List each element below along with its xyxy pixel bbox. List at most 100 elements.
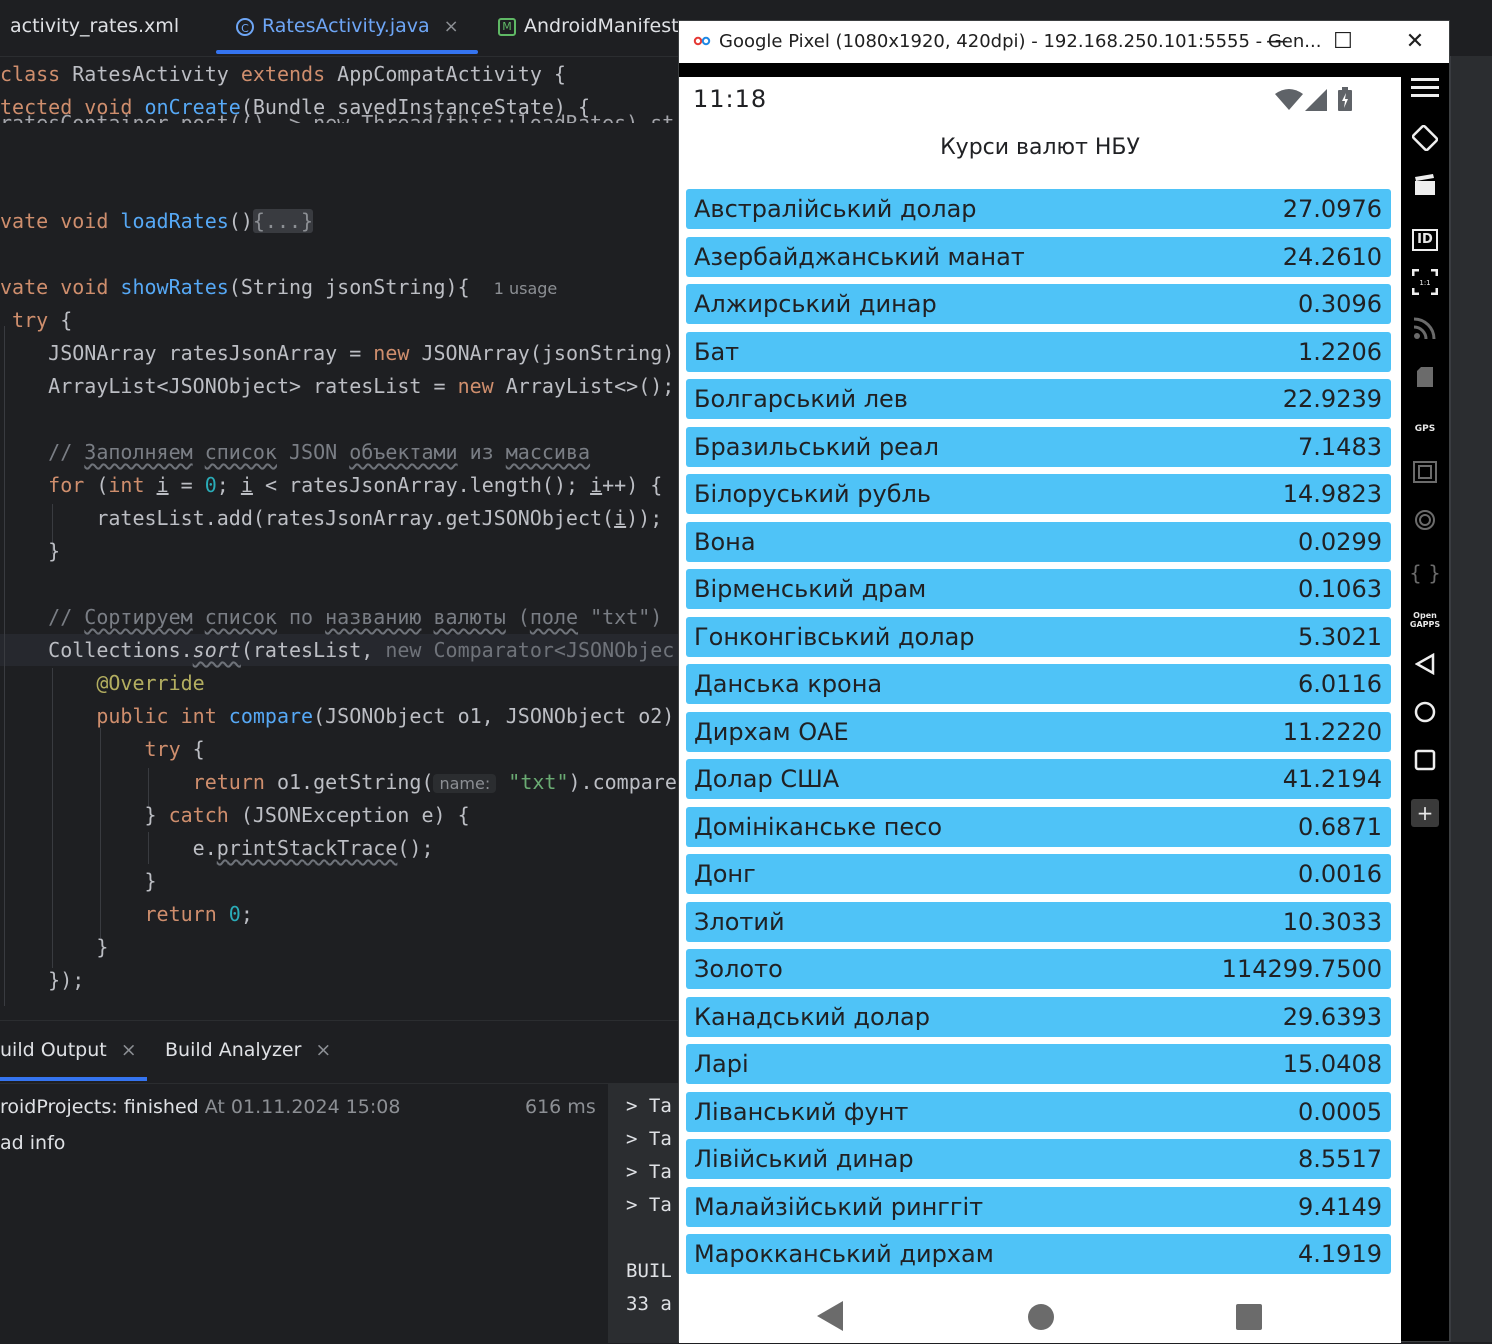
code-line: }); (48, 968, 85, 992)
rate-row[interactable]: Домініканське песо 0.6871 (686, 806, 1391, 847)
plus-icon[interactable]: + (1411, 799, 1439, 827)
code-line: vate void showRates(String jsonString){ … (0, 275, 558, 299)
currency-rate: 41.2194 (1282, 765, 1382, 793)
rate-row[interactable]: Алжирський динар 0.3096 (686, 284, 1391, 324)
rate-row[interactable]: Ларі 15.0408 (686, 1044, 1391, 1084)
currency-rate: 14.9823 (1282, 480, 1382, 508)
tab-build-output[interactable]: uild Output × (0, 1039, 137, 1061)
rate-row[interactable]: Гонконгівський долар 5.3021 (686, 616, 1391, 657)
close-icon[interactable]: × (315, 1039, 331, 1061)
overview-icon[interactable] (1409, 749, 1441, 781)
api-icon[interactable]: { } (1409, 557, 1441, 589)
nav-home-icon[interactable] (1027, 1303, 1055, 1335)
tab-label: activity_rates.xml (10, 15, 180, 37)
tab-android-manifest[interactable]: M AndroidManifest (498, 0, 679, 54)
currency-name: Білоруський рубль (694, 480, 931, 508)
rate-row[interactable]: Білоруський рубль 14.9823 (686, 474, 1391, 514)
currency-name: Канадський долар (694, 1002, 930, 1031)
currency-name: Вірменський драм (694, 575, 927, 603)
currency-rate: 22.9239 (1282, 385, 1382, 413)
rate-row[interactable]: Марокканський дирхам 4.1919 (686, 1234, 1391, 1274)
gps-icon[interactable]: GPS (1409, 413, 1441, 445)
rate-row[interactable]: Бразильський реал 7.1483 (686, 426, 1391, 467)
task-line: > Ta (626, 1161, 672, 1183)
screenshot-icon[interactable] (1409, 173, 1441, 205)
rate-row[interactable]: Азербайджанський манат 24.2610 (686, 236, 1391, 277)
code-line: class RatesActivity extends AppCompatAct… (0, 62, 566, 86)
close-icon[interactable]: × (121, 1039, 137, 1061)
currency-rate: 114299.7500 (1221, 955, 1382, 983)
app-title: Курси валют НБУ (940, 135, 1140, 160)
currency-rate: 10.3033 (1282, 907, 1382, 936)
code-line: try { (144, 737, 205, 761)
code-editor[interactable]: class RatesActivity extends AppCompatAct… (0, 56, 680, 1018)
build-timestamp: At 01.11.2024 15:08 (198, 1096, 401, 1118)
rate-row[interactable]: Дирхам ОАЕ 11.2220 (686, 711, 1391, 752)
currency-rate: 7.1483 (1298, 432, 1382, 461)
emulator-title-bar[interactable]: Google Pixel (1080x1920, 420dpi) - 192.1… (679, 21, 1449, 63)
currency-rate: 27.0976 (1282, 195, 1382, 223)
rate-row[interactable]: Ліванський фунт 0.0005 (686, 1091, 1391, 1132)
currency-name: Малайзійський ринггіт (694, 1192, 984, 1221)
open-gapps-icon[interactable]: Open GAPPS (1409, 605, 1441, 637)
download-info-row[interactable]: ad info (0, 1132, 65, 1154)
nav-overview-icon[interactable] (1235, 1303, 1263, 1335)
rate-row[interactable]: Канадський долар 29.6393 (686, 996, 1391, 1037)
network-icon[interactable] (1409, 317, 1441, 349)
tab-build-analyzer[interactable]: Build Analyzer × (165, 1039, 331, 1061)
fingerprint-icon[interactable] (1409, 509, 1441, 541)
nav-back-icon[interactable] (817, 1301, 845, 1335)
rate-row[interactable]: Малайзійський ринггіт 9.4149 (686, 1186, 1391, 1227)
code-comment: // Сортируем список по названию валюты (… (48, 605, 663, 629)
build-result-row[interactable]: roidProjects: finished At 01.11.2024 15:… (0, 1096, 400, 1118)
rate-row[interactable]: Злотий 10.3033 (686, 901, 1391, 942)
currency-rate: 0.0299 (1298, 527, 1382, 556)
close-icon[interactable]: × (444, 16, 459, 37)
rate-row[interactable]: Вірменський драм 0.1063 (686, 569, 1391, 609)
status-bar: 11:18 (679, 77, 1401, 127)
signal-icon (1305, 89, 1327, 115)
menu-icon[interactable] (1409, 77, 1441, 109)
code-line: } (96, 935, 109, 959)
currency-name: Ліванський фунт (694, 1097, 909, 1126)
code-line: try { (12, 308, 73, 332)
ide-right-toolbar (1450, 56, 1492, 1342)
usage-hint[interactable]: 1 usage (494, 279, 558, 298)
back-icon[interactable] (1409, 652, 1441, 685)
build-console[interactable]: > Ta > Ta > Ta > Ta BUIL 33 a (608, 1083, 680, 1343)
folded-code[interactable]: {...} (252, 209, 314, 233)
minimize-button[interactable]: — (1247, 21, 1307, 63)
identifiers-icon[interactable]: ID (1409, 221, 1441, 253)
rate-row[interactable]: Вона 0.0299 (686, 521, 1391, 562)
emulator-icon (693, 32, 711, 50)
rate-row[interactable]: Данська крона 6.0116 (686, 664, 1391, 704)
rate-row[interactable]: Болгарський лев 22.9239 (686, 379, 1391, 419)
currency-name: Гонконгівський долар (694, 622, 975, 651)
console-line: 33 a (626, 1293, 672, 1315)
phone-icon[interactable] (1409, 365, 1441, 397)
currency-rate: 6.0116 (1298, 670, 1382, 698)
currency-name: Ларі (694, 1050, 749, 1078)
rate-row[interactable]: Австралійський долар 27.0976 (686, 189, 1391, 229)
close-button[interactable]: ✕ (1385, 21, 1445, 63)
currency-name: Марокканський дирхам (694, 1240, 994, 1268)
rate-row[interactable]: Донг 0.0016 (686, 854, 1391, 894)
device-screen[interactable]: 11:18 Курси валют НБУ Австралійський дол… (679, 77, 1401, 1343)
rate-row[interactable]: Золото 114299.7500 (686, 949, 1391, 989)
home-icon[interactable] (1409, 701, 1441, 733)
code-line: public int compare(JSONObject o1, JSONOb… (96, 704, 675, 728)
currency-name: Злотий (694, 907, 785, 936)
build-tree[interactable]: roidProjects: finished At 01.11.2024 15:… (0, 1083, 608, 1344)
rotate-icon[interactable] (1409, 124, 1441, 157)
camera-icon[interactable] (1409, 461, 1441, 493)
rate-row[interactable]: Лівійський динар 8.5517 (686, 1139, 1391, 1179)
code-line: return 0; (144, 902, 253, 926)
rate-row[interactable]: Долар США 41.2194 (686, 759, 1391, 799)
rate-row[interactable]: Бат 1.2206 (686, 331, 1391, 372)
maximize-button[interactable]: ☐ (1313, 21, 1373, 63)
build-status: finished (117, 1096, 199, 1118)
tab-rates-activity-java[interactable]: C RatesActivity.java × (236, 0, 459, 54)
tab-activity-rates-xml[interactable]: activity_rates.xml (10, 0, 179, 54)
tab-label: RatesActivity.java (262, 15, 430, 37)
pixel-perfect-icon[interactable]: 1:1 (1409, 268, 1441, 301)
